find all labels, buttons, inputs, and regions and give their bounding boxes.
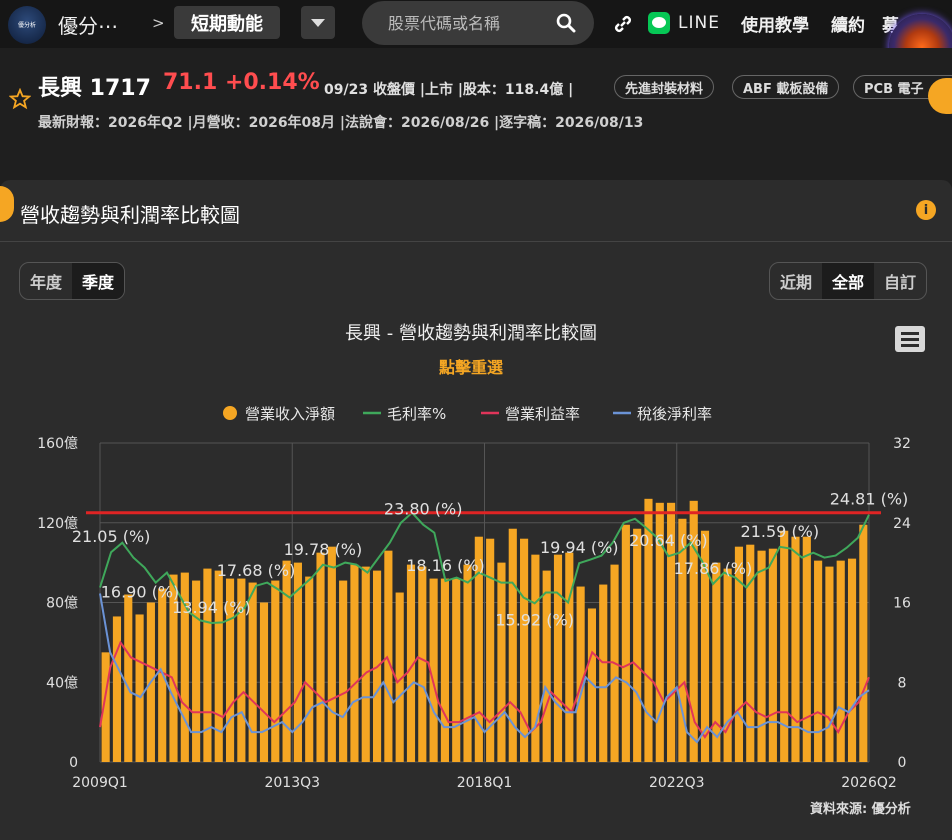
- brand-name[interactable]: 優分⋯: [58, 10, 118, 39]
- stock-price: 71.1 +0.14%: [163, 70, 320, 95]
- tag-advanced-packaging[interactable]: 先進封裝材料: [614, 75, 715, 99]
- stock-name: 長興 1717: [38, 76, 151, 101]
- logo-text: 優分析: [17, 21, 36, 29]
- logo[interactable]: 優分析: [8, 6, 46, 44]
- card-title: 營收趨勢與利潤率比較圖: [20, 203, 240, 227]
- tab-recent[interactable]: 近期: [770, 263, 822, 299]
- period-tabs: 年度 季度: [19, 262, 126, 300]
- search-icon[interactable]: [556, 13, 576, 33]
- breadcrumb-separator: >: [152, 14, 165, 32]
- chart-subtitle[interactable]: 點擊重選: [439, 358, 503, 377]
- range-tabs: 近期 全部 自訂: [769, 262, 928, 300]
- chart-card: 營收趨勢與利潤率比較圖 i 年度 季度 近期 全部 自訂: [0, 180, 952, 840]
- line-link[interactable]: LINE: [678, 13, 720, 33]
- stock-report-info: 最新財報：2026年Q2 |月營收：2026年08月 |法說會：2026/08/…: [38, 115, 644, 131]
- star-icon[interactable]: [9, 88, 31, 110]
- chevron-down-icon: [311, 18, 325, 27]
- nav-tutorial[interactable]: 使用教學: [741, 11, 809, 36]
- tab-annual[interactable]: 年度: [20, 263, 72, 299]
- left-side-tab[interactable]: [0, 186, 14, 222]
- top-navbar: 優分析 優分⋯ > 短期動能 LINE 使用教學 續約 募: [0, 0, 952, 48]
- page-select-button[interactable]: 短期動能: [174, 6, 280, 39]
- stock-meta: 09/23 收盤價 |上市 |股本：118.4億 |: [324, 82, 574, 98]
- link-icon[interactable]: [612, 13, 634, 35]
- search-input[interactable]: [388, 11, 548, 35]
- tag-abf-equipment[interactable]: ABF 載板設備: [732, 75, 840, 99]
- tab-quarterly[interactable]: 季度: [72, 263, 125, 299]
- tab-all[interactable]: 全部: [822, 263, 875, 299]
- info-icon[interactable]: i: [916, 200, 936, 220]
- line-icon[interactable]: [648, 12, 670, 34]
- tab-custom[interactable]: 自訂: [874, 263, 926, 299]
- card-header: 營收趨勢與利潤率比較圖 i: [0, 180, 952, 242]
- search-box: [362, 1, 594, 45]
- page-dropdown-button[interactable]: [301, 6, 335, 39]
- nav-renew[interactable]: 續約: [831, 11, 865, 36]
- data-source: 資料來源: 優分析: [810, 802, 911, 817]
- chart-menu-icon[interactable]: [895, 326, 925, 352]
